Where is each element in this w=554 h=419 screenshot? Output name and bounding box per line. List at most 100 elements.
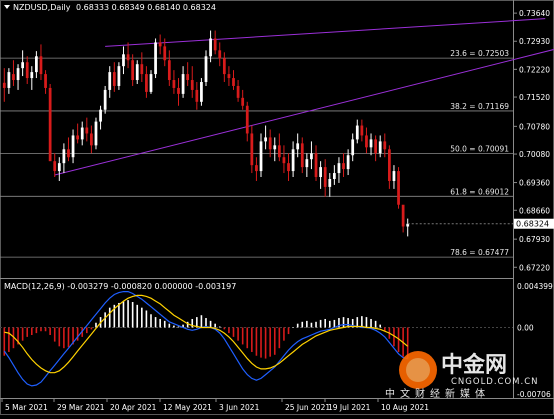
candle-body xyxy=(30,72,34,79)
macd-histogram-bar xyxy=(44,327,47,332)
candle-body xyxy=(126,54,130,61)
fib-level-label: 78.6 = 0.67477 xyxy=(450,248,509,257)
candle-body xyxy=(236,85,240,98)
macd-histogram-bar xyxy=(21,327,24,341)
candle-body xyxy=(264,137,267,142)
macd-histogram-bar xyxy=(273,327,276,355)
price-chart-svg[interactable]: 23.6 = 0.72503 38.2 = 0.71169 50.0 = 0.700… xyxy=(0,0,554,415)
candle-body xyxy=(53,161,57,172)
candle-body xyxy=(108,72,112,90)
candle-body xyxy=(255,165,258,172)
candle-body xyxy=(158,42,162,47)
macd-histogram-bar xyxy=(150,314,152,328)
macd-histogram-bar xyxy=(173,325,175,328)
last-price-value: 0.68324 xyxy=(516,220,549,229)
candle-body xyxy=(177,87,180,94)
candle-body xyxy=(62,149,66,164)
candle-body xyxy=(149,74,153,92)
macd-histogram-bar xyxy=(86,327,88,334)
candle-body xyxy=(282,157,286,164)
macd-histogram-bar xyxy=(154,317,157,328)
time-tick-label: 29 Mar 2021 xyxy=(57,403,105,412)
macd-histogram-bar xyxy=(370,318,372,328)
macd-histogram-bar xyxy=(159,318,161,328)
candle-body xyxy=(163,46,167,61)
macd-histogram-bar xyxy=(269,327,271,357)
macd-histogram-bar xyxy=(76,327,79,341)
time-tick-label: 12 May 2021 xyxy=(163,403,212,412)
macd-histogram-bar xyxy=(122,301,125,328)
candle-body xyxy=(12,74,15,81)
time-tick-label: 5 Mar 2021 xyxy=(5,403,48,412)
macd-histogram-bar xyxy=(283,327,285,341)
macd-histogram-bar xyxy=(95,322,97,328)
candle-body xyxy=(378,141,382,154)
macd-histogram-bar xyxy=(200,315,203,328)
candle-body xyxy=(241,97,245,106)
price-tick-label: 0.67220 xyxy=(519,263,550,272)
time-tick-label: 25 Jun 2021 xyxy=(285,403,330,412)
macd-histogram-bar xyxy=(241,327,244,345)
macd-histogram-bar xyxy=(30,327,33,336)
macd-histogram-bar xyxy=(324,318,326,328)
candle-body xyxy=(397,171,400,205)
ohlc-values: 0.68333 0.68349 0.68140 0.68324 xyxy=(76,3,216,12)
macd-histogram-bar xyxy=(35,327,38,334)
candle-body xyxy=(328,178,332,187)
candle-body xyxy=(355,125,359,140)
candle-body xyxy=(7,72,11,88)
candle-body xyxy=(227,74,231,79)
macd-histogram-bar xyxy=(246,327,249,349)
time-tick-label: 10 Aug 2021 xyxy=(381,403,429,412)
price-tick-label: 0.69360 xyxy=(519,179,550,188)
macd-histogram-bar xyxy=(53,327,56,342)
macd-histogram-bar xyxy=(108,307,111,328)
macd-histogram-bar xyxy=(296,323,299,328)
price-tick-label: 0.73640 xyxy=(519,9,550,18)
candle-body xyxy=(2,82,6,88)
macd-tick-label: 0.00 xyxy=(517,323,534,332)
symbol-label: NZDUSD,Daily xyxy=(13,3,71,12)
candle-body xyxy=(387,149,391,181)
candle-body xyxy=(135,64,139,81)
macd-histogram-bar xyxy=(168,323,171,328)
candle-body xyxy=(99,109,102,122)
macd-histogram-bar xyxy=(218,326,221,328)
macd-histogram-bar xyxy=(237,327,239,341)
candle-body xyxy=(213,38,217,51)
candle-body xyxy=(35,56,38,73)
candle-body xyxy=(268,137,272,150)
macd-histogram-bar xyxy=(278,327,281,349)
candle-body xyxy=(337,163,341,174)
candle-body xyxy=(346,155,350,170)
candle-body xyxy=(112,72,116,86)
candle-body xyxy=(300,143,304,168)
candle-body xyxy=(401,204,405,227)
candle-body xyxy=(186,74,190,81)
candle-body xyxy=(232,78,235,86)
watermark-sub: 中文财经新媒体 xyxy=(385,387,490,400)
candle-body xyxy=(195,89,199,102)
candle-body xyxy=(181,74,185,94)
macd-histogram-bar xyxy=(315,321,317,328)
candle-body xyxy=(392,171,396,181)
candle-body xyxy=(250,133,254,166)
candle-body xyxy=(296,143,300,150)
candle-body xyxy=(314,153,318,178)
fib-level-label: 50.0 = 0.70091 xyxy=(450,145,509,154)
watermark-cn: 中金网 xyxy=(441,352,507,378)
candle-body xyxy=(365,135,368,148)
candle-body xyxy=(273,145,277,150)
watermark-en: CNGOLD.COM.CN xyxy=(451,377,539,387)
macd-histogram-bar xyxy=(287,327,290,335)
candle-body xyxy=(131,60,135,81)
macd-histogram-bar xyxy=(104,312,106,328)
macd-histogram-bar xyxy=(131,302,134,328)
candle-body xyxy=(122,54,125,67)
macd-histogram-bar xyxy=(177,326,180,328)
candle-body xyxy=(48,87,52,162)
candle-body xyxy=(245,105,249,134)
macd-histogram-bar xyxy=(90,327,93,330)
time-tick-label: 19 Jul 2021 xyxy=(328,403,371,412)
candle-body xyxy=(342,163,345,170)
